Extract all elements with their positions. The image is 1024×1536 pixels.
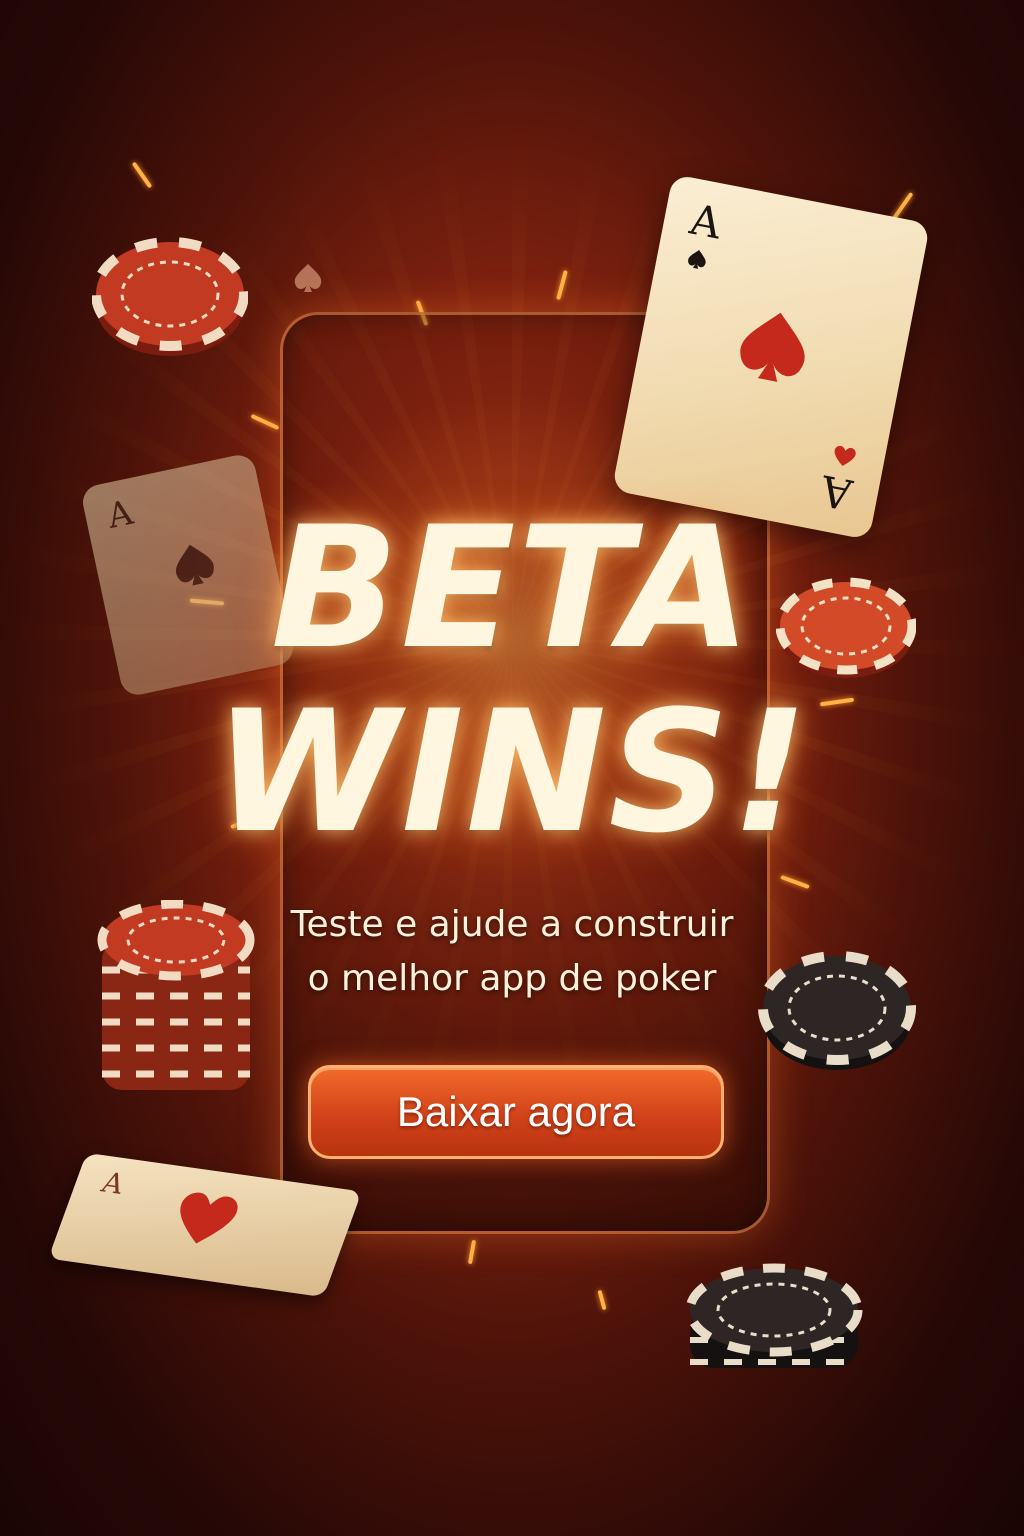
- heart-icon: [834, 445, 856, 466]
- subtitle-line-2: o melhor app de poker: [307, 958, 717, 999]
- card-rank-top: A: [686, 194, 726, 249]
- spade-icon: [740, 312, 805, 382]
- download-now-button[interactable]: Baixar agora: [308, 1065, 724, 1159]
- subtitle: Teste e ajude a construir o melhor app d…: [0, 898, 1024, 1006]
- poker-chip-icon: [92, 237, 248, 356]
- headline-line-1: BETA: [270, 490, 754, 686]
- card-rank: A: [97, 1166, 129, 1201]
- poker-chip-stack-icon: [685, 1263, 863, 1368]
- heart-icon: [180, 1192, 238, 1244]
- spade-icon: [294, 264, 322, 292]
- headline-line-2: WINS!: [213, 674, 811, 870]
- spade-icon: [688, 249, 706, 269]
- download-now-label: Baixar agora: [396, 1088, 636, 1135]
- subtitle-line-1: Teste e ajude a construir: [290, 904, 734, 945]
